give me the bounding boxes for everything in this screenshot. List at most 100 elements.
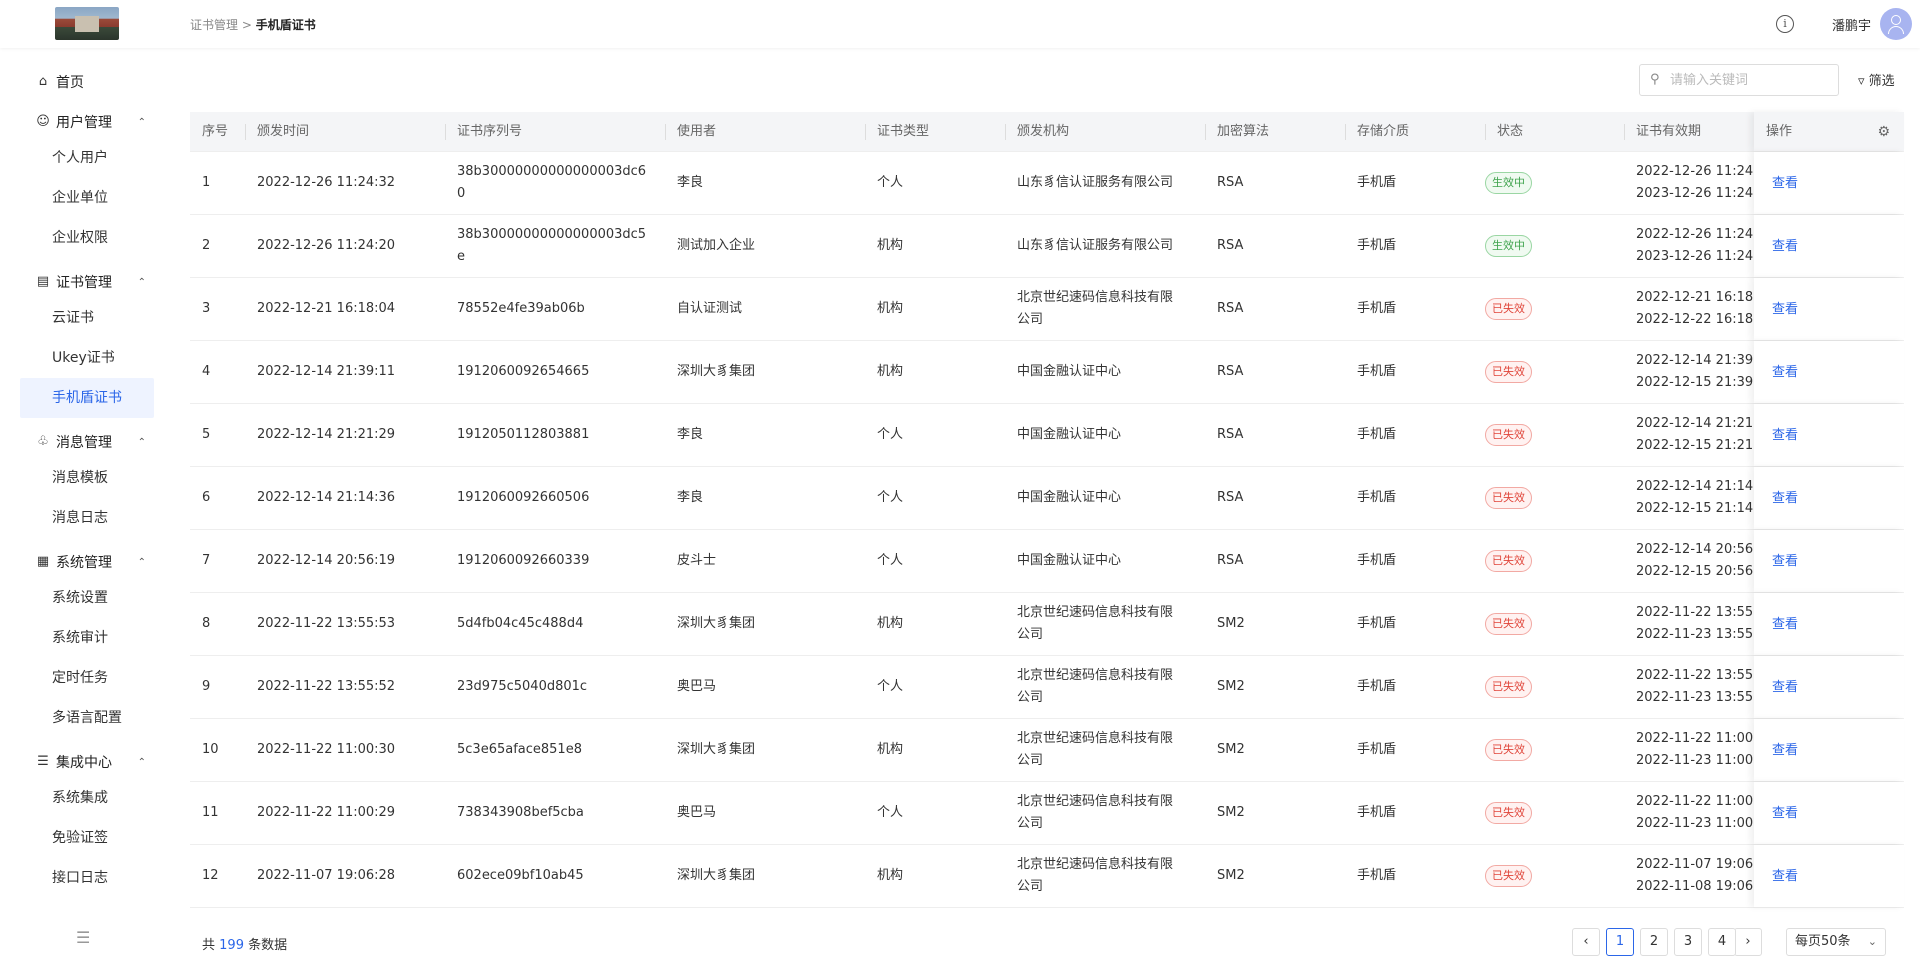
nav-group-0[interactable]: ☺ 用户管理 ⌃ bbox=[36, 112, 146, 132]
column-divider[interactable] bbox=[1624, 124, 1625, 140]
action-cell: 查看 bbox=[1754, 530, 1904, 592]
sidebar-item[interactable]: 系统审计 bbox=[20, 618, 154, 658]
sidebar-item[interactable]: Ukey证书 bbox=[20, 338, 154, 378]
column-divider[interactable] bbox=[1485, 124, 1486, 140]
page-2-button[interactable]: 2 bbox=[1640, 928, 1668, 956]
sidebar-item[interactable]: 消息模板 bbox=[20, 458, 154, 498]
cell-issuer-line: 北京世纪速码信息科技有限 bbox=[1017, 794, 1174, 809]
action-cell: 查看 bbox=[1754, 404, 1904, 466]
view-link[interactable]: 查看 bbox=[1772, 676, 1798, 695]
sidebar-item[interactable]: 系统集成 bbox=[20, 778, 154, 818]
cell-serial: 738343908bef5cba bbox=[457, 802, 584, 824]
cell-type: 机构 bbox=[877, 301, 904, 316]
view-link[interactable]: 查看 bbox=[1772, 235, 1798, 254]
table-row[interactable]: 10 2022-11-22 11:00:30 深圳大豸集团 机构 SM2 手机盾 5c3e6… bbox=[190, 719, 1904, 782]
view-link[interactable]: 查看 bbox=[1772, 802, 1798, 821]
column-header[interactable]: 存储介质 bbox=[1357, 112, 1409, 152]
column-header[interactable]: 证书序列号 bbox=[457, 112, 522, 152]
table-row[interactable]: 8 2022-11-22 13:55:53 深圳大豸集团 机构 SM2 手机盾 5d4fb0… bbox=[190, 593, 1904, 656]
cell-validity: 2022-12-21 16:18: 2022-12-22 16:18 bbox=[1636, 287, 1754, 331]
logo-image[interactable] bbox=[55, 7, 119, 40]
view-link[interactable]: 查看 bbox=[1772, 613, 1798, 632]
sidebar-item[interactable]: 手机盾证书 bbox=[20, 378, 154, 418]
cell-media: 手机盾 bbox=[1357, 238, 1397, 253]
nav-home[interactable]: ⌂ 首页 bbox=[36, 72, 146, 92]
filter-button[interactable]: ▿ 筛选 bbox=[1858, 70, 1895, 89]
gear-icon[interactable]: ⚙ bbox=[1877, 124, 1890, 140]
page-3-button[interactable]: 3 bbox=[1674, 928, 1702, 956]
table-row[interactable]: 3 2022-12-21 16:18:04 自认证测试 机构 RSA 手机盾 78552e4… bbox=[190, 278, 1904, 341]
nav-group-3[interactable]: ▦ 系统管理 ⌃ bbox=[36, 552, 146, 572]
search-box[interactable]: ⚲ bbox=[1639, 64, 1839, 96]
nav-group-2[interactable]: ♧ 消息管理 ⌃ bbox=[36, 432, 146, 452]
page-4-button[interactable]: 4 bbox=[1708, 928, 1736, 956]
sidebar-item[interactable]: 接口日志 bbox=[20, 858, 154, 898]
sidebar-item[interactable]: 多语言配置 bbox=[20, 698, 154, 738]
sidebar-item[interactable]: 企业权限 bbox=[20, 218, 154, 258]
column-divider[interactable] bbox=[445, 124, 446, 140]
menu-collapse-icon[interactable]: ☰ bbox=[76, 928, 90, 947]
sidebar-item[interactable]: 消息日志 bbox=[20, 498, 154, 538]
avatar[interactable] bbox=[1880, 8, 1912, 40]
search-input[interactable] bbox=[1670, 70, 1830, 90]
view-link[interactable]: 查看 bbox=[1772, 550, 1798, 569]
column-header[interactable]: 颁发机构 bbox=[1017, 112, 1069, 152]
next-page-button[interactable]: › bbox=[1734, 928, 1762, 956]
column-divider[interactable] bbox=[1205, 124, 1206, 140]
column-header[interactable]: 证书类型 bbox=[877, 112, 929, 152]
table-row[interactable]: 2 2022-12-26 11:24:20 测试加入企业 机构 RSA 手机盾 38b300… bbox=[190, 215, 1904, 278]
nav-group-label: 集成中心 bbox=[56, 755, 112, 771]
cell-issuer: 中国金融认证中心 bbox=[1017, 361, 1121, 383]
sidebar-item[interactable]: 免验证签 bbox=[20, 818, 154, 858]
view-link[interactable]: 查看 bbox=[1772, 172, 1798, 191]
column-header[interactable]: 证书有效期 bbox=[1636, 112, 1701, 152]
table-row[interactable]: 4 2022-12-14 21:39:11 深圳大豸集团 机构 RSA 手机盾 191206… bbox=[190, 341, 1904, 404]
column-header[interactable]: 颁发时间 bbox=[257, 112, 309, 152]
info-icon[interactable]: i bbox=[1776, 15, 1794, 33]
table-row[interactable]: 12 2022-11-07 19:06:28 深圳大豸集团 机构 SM2 手机盾 602ec… bbox=[190, 845, 1904, 908]
nav-group-1[interactable]: ▤ 证书管理 ⌃ bbox=[36, 272, 146, 292]
column-divider[interactable] bbox=[1345, 124, 1346, 140]
status-badge: 已失效 bbox=[1485, 802, 1532, 824]
sidebar-item[interactable]: 定时任务 bbox=[20, 658, 154, 698]
view-link[interactable]: 查看 bbox=[1772, 865, 1798, 884]
column-divider[interactable] bbox=[665, 124, 666, 140]
column-header[interactable]: 序号 bbox=[202, 112, 228, 152]
cell-media: 手机盾 bbox=[1357, 427, 1397, 442]
column-divider[interactable] bbox=[245, 124, 246, 140]
column-divider[interactable] bbox=[865, 124, 866, 140]
cell-media: 手机盾 bbox=[1357, 805, 1397, 820]
cell-issuer-line: 公司 bbox=[1017, 816, 1044, 831]
view-link[interactable]: 查看 bbox=[1772, 424, 1798, 443]
validity-line: 2022-12-26 11:24 bbox=[1636, 227, 1754, 242]
table-row[interactable]: 9 2022-11-22 13:55:52 奥巴马 个人 SM2 手机盾 23d975c50… bbox=[190, 656, 1904, 719]
column-header[interactable]: 使用者 bbox=[677, 112, 716, 152]
table-row[interactable]: 5 2022-12-14 21:21:29 李良 个人 RSA 手机盾 1912050112… bbox=[190, 404, 1904, 467]
app-root: 证书管理 > 手机盾证书 i 潘鹏宇 ⌂ 首页 ☺ 用户管理 ⌃ 个人用户 企业单位 企业权限… bbox=[0, 0, 1920, 969]
cell-algo: SM2 bbox=[1217, 868, 1245, 883]
table-row[interactable]: 11 2022-11-22 11:00:29 奥巴马 个人 SM2 手机盾 73834390… bbox=[190, 782, 1904, 845]
cell-issuer-line: 北京世纪速码信息科技有限 bbox=[1017, 605, 1174, 620]
breadcrumb-parent[interactable]: 证书管理 bbox=[190, 18, 238, 32]
validity-line: 2022-11-22 11:00: bbox=[1636, 794, 1754, 809]
view-link[interactable]: 查看 bbox=[1772, 361, 1798, 380]
page-size-select[interactable]: 每页50条 ⌄ bbox=[1786, 928, 1886, 956]
sidebar-item[interactable]: 系统设置 bbox=[20, 578, 154, 618]
table-row[interactable]: 7 2022-12-14 20:56:19 皮斗士 个人 RSA 手机盾 191206009… bbox=[190, 530, 1904, 593]
cell-issuer: 山东豸信认证服务有限公司 bbox=[1017, 172, 1173, 194]
sidebar-item[interactable]: 个人用户 bbox=[20, 138, 154, 178]
view-link[interactable]: 查看 bbox=[1772, 487, 1798, 506]
view-link[interactable]: 查看 bbox=[1772, 739, 1798, 758]
column-header[interactable]: 状态 bbox=[1497, 112, 1523, 152]
username[interactable]: 潘鹏宇 bbox=[1832, 15, 1871, 34]
nav-group-4[interactable]: ☰ 集成中心 ⌃ bbox=[36, 752, 146, 772]
table-row[interactable]: 6 2022-12-14 21:14:36 李良 个人 RSA 手机盾 1912060092… bbox=[190, 467, 1904, 530]
prev-page-button[interactable]: ‹ bbox=[1572, 928, 1600, 956]
sidebar-item[interactable]: 企业单位 bbox=[20, 178, 154, 218]
column-header[interactable]: 加密算法 bbox=[1217, 112, 1269, 152]
sidebar-item[interactable]: 云证书 bbox=[20, 298, 154, 338]
page-1-button[interactable]: 1 bbox=[1606, 928, 1634, 956]
table-row[interactable]: 1 2022-12-26 11:24:32 李良 个人 RSA 手机盾 38b3000000… bbox=[190, 152, 1904, 215]
view-link[interactable]: 查看 bbox=[1772, 298, 1798, 317]
column-divider[interactable] bbox=[1005, 124, 1006, 140]
